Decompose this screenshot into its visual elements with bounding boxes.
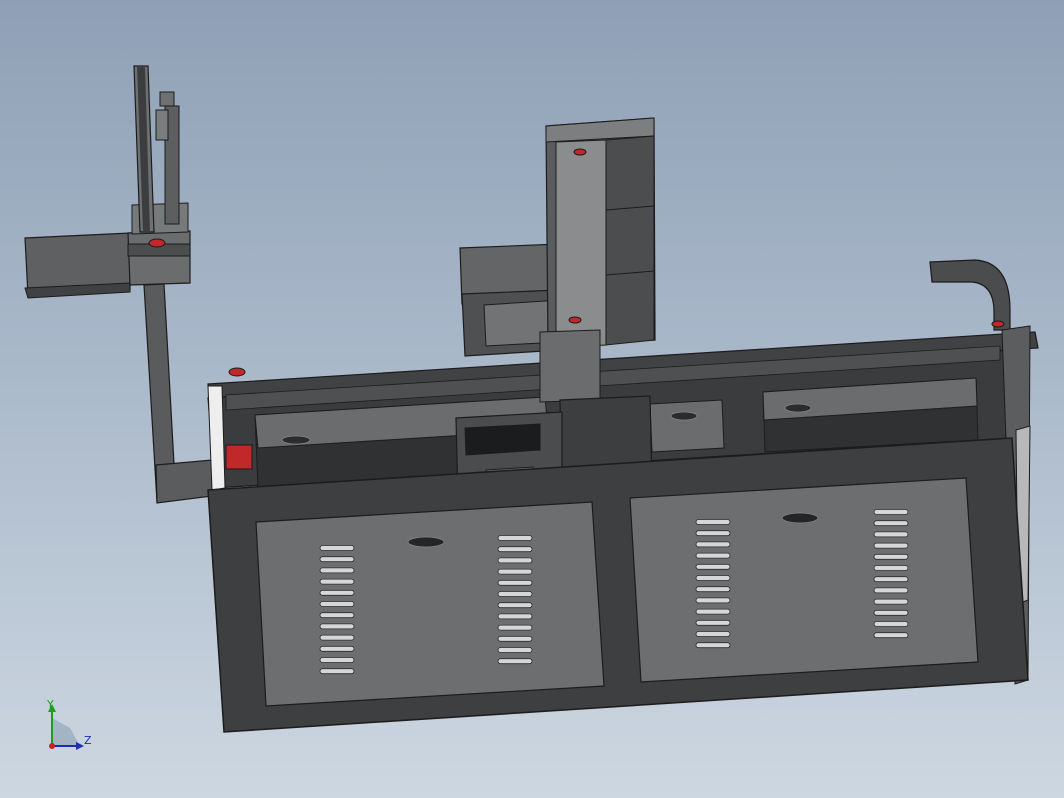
vent-slot <box>497 546 533 553</box>
vent-slot <box>695 597 731 604</box>
vent-slot <box>695 575 731 581</box>
vent-slot <box>695 631 731 637</box>
vent-slot <box>497 579 533 586</box>
vent-slot <box>319 657 355 663</box>
vent-slot <box>695 563 731 570</box>
vent-slot <box>873 553 909 560</box>
monitor-arm-assembly[interactable] <box>24 65 213 504</box>
vent-slot <box>319 634 355 641</box>
vent-slot <box>319 578 355 585</box>
vent-slot <box>497 635 533 642</box>
vent-slot <box>319 612 355 619</box>
vent-slot <box>695 586 731 593</box>
vent-slot <box>695 519 731 525</box>
vent-slot <box>319 601 355 607</box>
vent-slot <box>497 557 533 564</box>
vent-slot <box>873 509 909 515</box>
vent-slot <box>497 613 533 620</box>
y-axis-label: Y <box>47 698 54 711</box>
front-base[interactable] <box>207 437 1029 733</box>
emergency-stop[interactable] <box>225 444 253 470</box>
vent-slot <box>695 541 731 548</box>
vent-slot <box>497 647 533 653</box>
vent-slot <box>497 535 533 541</box>
vent-slot <box>873 520 909 527</box>
cad-viewport[interactable]: Y Z <box>0 0 1064 798</box>
vent-slot <box>873 576 909 583</box>
vent-slot <box>319 645 355 652</box>
vent-slot <box>319 545 355 551</box>
vent-slot <box>497 602 533 609</box>
vent-slot <box>873 542 909 549</box>
vent-slot <box>497 658 533 665</box>
vent-slot <box>695 642 731 649</box>
vent-slot <box>873 598 909 605</box>
vent-slot <box>873 531 909 538</box>
z-axis-label: Z <box>84 734 92 747</box>
vent-slot <box>319 623 355 630</box>
vent-slot <box>695 530 731 537</box>
vent-slot <box>873 621 909 627</box>
axis-triad: Y Z <box>40 698 100 760</box>
vent-slot <box>695 608 731 615</box>
vent-slot <box>497 568 533 575</box>
vent-slot <box>319 668 355 675</box>
vent-slot <box>873 565 909 571</box>
vent-slot <box>695 619 731 626</box>
vent-slot <box>873 632 909 639</box>
vent-slot <box>873 587 909 594</box>
vent-slot <box>695 552 731 559</box>
vent-slot <box>319 567 355 574</box>
vent-slot <box>319 556 355 563</box>
gantry-column[interactable] <box>455 117 656 501</box>
machine-model[interactable] <box>0 0 1064 798</box>
vent-slot <box>873 609 909 616</box>
vent-slot <box>497 591 533 597</box>
vent-slot <box>497 624 533 631</box>
vent-slot <box>319 589 355 596</box>
